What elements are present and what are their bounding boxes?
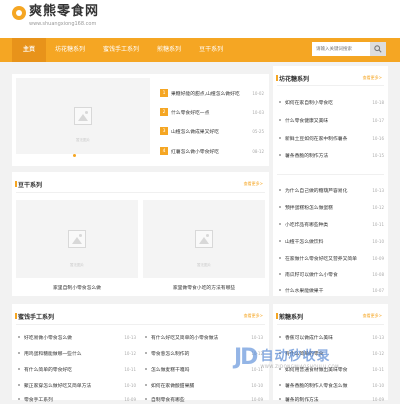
list-item[interactable]: 薯条的制作方法 10-09 xyxy=(279,394,384,404)
nav-item-4[interactable]: 豆干系列 xyxy=(190,38,232,62)
list-item[interactable]: 香蕉可以做成什么美味 10-13 xyxy=(279,332,384,342)
list-item[interactable]: 小吃炸品有哪些种类 10-11 xyxy=(279,219,384,229)
list-item[interactable]: 在家做什么零食好吃又营养又简单 10-09 xyxy=(279,253,384,263)
nav-item-3[interactable]: 煎糖系列 xyxy=(148,38,190,62)
list-item[interactable]: 山楂干怎么做饮料 10-10 xyxy=(279,236,384,246)
image-placeholder-icon xyxy=(74,107,92,125)
more-link[interactable]: 查看更多> xyxy=(363,75,382,81)
main-nav: 主页 坊花糖系列 蜜饯手工系列 煎糖系列 豆干系列 xyxy=(0,38,400,62)
list-item[interactable]: 新鲜土豆如何在家中制作薯条 10-16 xyxy=(279,133,384,143)
tofu-panel: 豆干系列 查看更多> 暂无图片 家里自制小零食怎么做 暂无图片 家里做零食小吃的… xyxy=(12,172,269,296)
sidebar-panel: 坊花糖系列 查看更多> 如何在家自制小零食吃 10-18 什么零食健康又美味 10-… xyxy=(273,66,388,296)
logo-title: 爽熊零食网 xyxy=(29,4,100,19)
list-item[interactable]: 好吃易做小零食怎么做 10-13 xyxy=(18,332,136,342)
list-item[interactable]: 聚正家穿怎么做好吃又简单方法 10-10 xyxy=(18,380,136,390)
article-caption[interactable]: 家里做零食小吃的方法有哪些 xyxy=(143,284,265,291)
list-item[interactable]: 4 红薯怎么做小零食好吃 08-12 xyxy=(160,146,264,156)
watermark-subtitle: WWW.ZIDONGMIAOSHOULU.COM xyxy=(260,364,340,369)
featured-image[interactable]: 暂无图片 xyxy=(16,78,150,154)
nav-item-1[interactable]: 坊花糖系列 xyxy=(46,38,94,62)
more-link[interactable]: 查看更多> xyxy=(244,313,263,319)
list-item[interactable]: 用鸡蛋和糖能做哪一些什么 10-12 xyxy=(18,348,136,358)
image-placeholder-icon xyxy=(195,230,213,248)
featured-panel: 暂无图片 1 果糖好能的甜点,山楂怎么做好吃 10-02 2 什么零食好吃一点 10-0… xyxy=(12,74,269,166)
nav-item-2[interactable]: 蜜饯手工系列 xyxy=(94,38,148,62)
list-item[interactable]: 为什么自己做的糖葫芦容易化 10-13 xyxy=(279,185,384,195)
site-logo[interactable]: 爽熊零食网 www.shuangxiong168.com xyxy=(12,3,99,27)
more-link[interactable]: 查看更多> xyxy=(244,181,263,187)
search-bar xyxy=(312,42,386,56)
list-item[interactable]: 什么零食健康又美味 10-17 xyxy=(279,115,384,125)
image-caption: 暂无图片 xyxy=(197,263,211,267)
nav-item-home[interactable]: 主页 xyxy=(12,38,47,62)
article-image[interactable]: 暂无图片 xyxy=(143,200,265,278)
list-item[interactable]: 如何在家自制小零食吃 10-18 xyxy=(279,97,384,107)
candied-panel: 蜜饯手工系列 查看更多> 好吃易做小零食怎么做 10-13 用鸡蛋和糖能做哪一些什… xyxy=(12,304,269,403)
carousel-dot[interactable] xyxy=(73,154,76,157)
list-item[interactable]: 什么水果能做果干 10-07 xyxy=(279,285,384,295)
list-item[interactable]: 薯条香脆的制作人零食怎么做 10-10 xyxy=(279,380,384,390)
section-title: 豆干系列 xyxy=(14,181,43,189)
search-input[interactable] xyxy=(312,42,370,56)
site-header: 爽熊零食网 www.shuangxiong168.com xyxy=(0,0,400,38)
image-caption: 暂无图片 xyxy=(76,138,90,142)
list-item[interactable]: 预拌蛋糕粉怎么做蛋糕 10-12 xyxy=(279,202,384,212)
logo-subtitle: www.shuangxiong168.com xyxy=(29,21,97,27)
list-item[interactable]: 1 果糖好能的甜点,山楂怎么做好吃 10-02 xyxy=(160,88,264,98)
watermark-logo-icon: JD xyxy=(234,344,258,370)
section-title: 坊花糖系列 xyxy=(275,75,310,83)
list-item[interactable]: 零食手工系列 10-09 xyxy=(18,394,136,404)
image-caption: 暂无图片 xyxy=(70,263,84,267)
image-placeholder-icon xyxy=(68,230,86,248)
list-item[interactable]: 有什么好吃又简单的小零食做法 10-13 xyxy=(145,332,263,342)
watermark: JD 自动秒收录 WWW.ZIDONGMIAOSHOULU.COM xyxy=(234,342,384,372)
list-item[interactable]: 南瓜籽可以做什么小零食 10-08 xyxy=(279,269,384,279)
watermark-title: 自动秒收录 xyxy=(260,349,331,364)
article-image[interactable]: 暂无图片 xyxy=(16,200,138,278)
list-item[interactable]: 薯条香脆的制作方法 10-15 xyxy=(279,150,384,160)
more-link[interactable]: 查看更多> xyxy=(363,313,382,319)
list-item[interactable]: 自制零食有哪些 10-09 xyxy=(145,394,263,404)
search-button[interactable] xyxy=(370,42,386,56)
logo-mark-icon xyxy=(12,6,26,20)
search-icon xyxy=(374,45,382,53)
list-item[interactable]: 如何在家做酸甜果脯 10-10 xyxy=(145,380,263,390)
article-caption[interactable]: 家里自制小零食怎么做 xyxy=(16,284,138,291)
list-item[interactable]: 有什么简单的零食好吃 10-11 xyxy=(18,364,136,374)
list-item[interactable]: 3 山楂怎么做成果又好吃 05-25 xyxy=(160,126,264,136)
section-title: 蜜饯手工系列 xyxy=(14,313,55,321)
section-title: 煎糖系列 xyxy=(275,313,304,321)
list-item[interactable]: 2 什么零食好吃一点 10-03 xyxy=(160,107,264,117)
